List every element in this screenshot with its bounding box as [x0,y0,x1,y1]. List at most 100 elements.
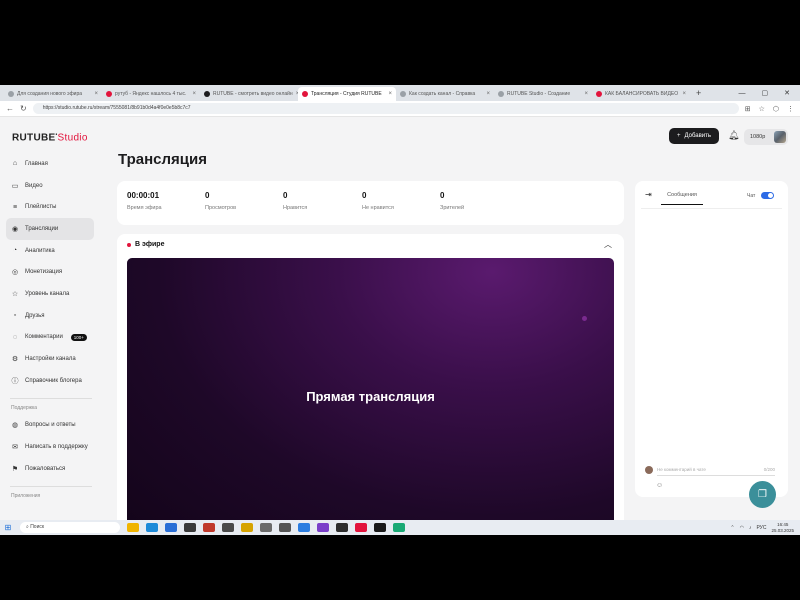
minimize-icon[interactable]: — [739,87,746,101]
question-icon: ◍ [11,422,19,430]
chat-toggle[interactable] [761,192,774,199]
close-tab-icon[interactable]: × [388,91,392,97]
sidebar-item[interactable]: ⚑ Пожаловаться [6,458,94,480]
browser-tab-title: Как создать канал - Справка [409,91,476,97]
browser-tab[interactable]: рутуб - Яндекс нашлось 4 тыс. × [102,87,200,101]
sidebar-item[interactable]: ✉ Написать в поддержку [6,436,94,458]
add-button[interactable]: + Добавить [669,128,719,144]
browser-tab[interactable]: Как создать канал - Справка × [396,87,494,101]
browser-tab[interactable]: Для создания нового эфира × [4,87,102,101]
reload-icon[interactable]: ↻ [20,104,27,113]
sidebar-section-apps: Приложения [11,492,41,499]
system-tray: ⌃ ◠ ♪ РУС 16:45 25.03.2025 [730,522,800,534]
taskbar-app-icon[interactable] [260,523,272,532]
browser-tab[interactable]: Трансляция - Студия RUTUBE × [298,87,396,101]
logo-text: RUTUBE [12,132,56,144]
taskbar-app-icon[interactable] [355,523,367,532]
maximize-icon[interactable]: ▢ [762,87,769,101]
sidebar-item[interactable]: ◉ Трансляции [6,218,94,240]
emoji-icon[interactable]: ☺ [656,482,663,489]
taskbar-app-icon[interactable] [393,523,405,532]
taskbar-app-icon[interactable] [184,523,196,532]
chat-char-counter: 0/200 [763,467,775,472]
sidebar-item[interactable]: ◎ Монетизация [6,261,94,283]
clock-date: 25.03.2025 [771,527,794,533]
taskbar-app-icon[interactable] [374,523,386,532]
comments-icon: ◌ [12,333,18,341]
favicon-icon [302,91,308,97]
sidebar-item[interactable]: ◌ Комментарии 100+ [6,327,94,349]
browser-tab-title: RUTUBE - смотреть видео онлайн [213,91,293,97]
sidebar-item[interactable]: ▫ Друзья [6,305,94,327]
sidebar-item[interactable]: ⓘ Справочник блогера [6,370,94,392]
rutube-studio-logo[interactable]: RUTUBE•Studio [12,132,88,143]
sidebar-section-support: Поддержка [11,404,38,411]
browser-tab-title: Для создания нового эфира [17,91,83,97]
close-tab-icon[interactable]: × [584,91,588,97]
sidebar-item[interactable]: ◔ Аналитика [6,240,94,262]
taskbar-app-icon[interactable] [165,523,177,532]
back-icon[interactable]: ← [6,104,14,113]
close-tab-icon[interactable]: × [486,91,490,97]
new-tab-button[interactable]: + [690,87,707,101]
taskbar-app-icon[interactable] [317,523,329,532]
live-status: В эфире [127,241,164,248]
language-indicator[interactable]: РУС [756,525,766,531]
taskbar-app-icon[interactable] [336,523,348,532]
browser-tab[interactable]: RUTUBE Studio - Создание × [494,87,592,101]
avatar [774,131,786,143]
close-icon[interactable]: ✕ [784,87,790,101]
taskbar-app-icon[interactable] [298,523,310,532]
support-chat-icon[interactable]: ❐ [749,481,776,508]
taskbar-search[interactable]: ⌕ Поиск [20,522,120,533]
chat-avatar [645,466,653,474]
volume-icon[interactable]: ♪ [749,525,752,531]
close-tab-icon[interactable]: × [192,91,196,97]
stat-item: 0 Не нравится [362,191,394,211]
url-field[interactable]: https://studio.rutube.ru/stream/7555081/… [32,103,739,114]
bookmark-icon[interactable]: ☆ [759,105,765,113]
taskbar-app-icon[interactable] [127,523,139,532]
chat-message-input[interactable]: Не комментарий в чате 0/200 [657,464,775,476]
video-preview[interactable]: Прямая трансляция [127,258,614,535]
menu-icon[interactable]: ⋮ [787,105,794,113]
account-menu[interactable]: 1080p [744,129,788,145]
notifications-bell-icon[interactable]: 🔔︎ [728,130,739,141]
sidebar-item[interactable]: ☆ Уровень канала [6,283,94,305]
sidebar-item[interactable]: ◍ Вопросы и ответы [6,415,94,437]
sidebar-item-label: Справочник блогера [25,377,82,384]
sidebar-item-label: Друзья [25,312,45,319]
tab-messages[interactable]: Сообщения [661,187,703,205]
sidebar-item[interactable]: ⌂ Главная [6,153,94,175]
chevron-up-icon[interactable]: ⌃ [730,525,734,531]
browser-tab[interactable]: RUTUBE - смотреть видео онлайн × [200,87,298,101]
sidebar-main-items: ⌂ Главная ▭ Видео ≡ Плейлисты ◉ Трансляции ◔ Анал… [6,153,94,392]
taskbar-app-icon[interactable] [241,523,253,532]
taskbar-app-icon[interactable] [146,523,158,532]
translate-icon[interactable]: ⊞ [745,105,751,113]
taskbar-app-icon[interactable] [203,523,215,532]
close-tab-icon[interactable]: × [94,91,98,97]
stat-label: Зрителей [440,205,465,211]
close-tab-icon[interactable]: × [682,91,686,97]
extensions-icon[interactable]: ⬡ [773,105,779,113]
stat-item: 0 Зрителей [440,191,464,211]
chat-input-placeholder: Не комментарий в чате [657,467,706,472]
clock[interactable]: 16:45 25.03.2025 [771,522,794,534]
collapse-chat-icon[interactable]: ⇥ [645,190,652,199]
chevron-up-icon[interactable]: ︿ [604,239,612,250]
taskbar-app-icon[interactable] [222,523,234,532]
taskbar-search-label: Поиск [30,524,45,530]
sidebar-item[interactable]: ▭ Видео [6,175,94,197]
taskbar-app-icon[interactable] [279,523,291,532]
windows-start-icon[interactable]: ⊞ [0,523,16,532]
wifi-icon[interactable]: ◠ [740,525,744,531]
stats-panel: 00:00:01 Время эфира 0 Просмотров 0 Нравится 0… [117,181,624,225]
comments-badge: 100+ [70,333,87,341]
sidebar-item[interactable]: ≡ Плейлисты [6,196,94,218]
sidebar-item[interactable]: ⚙ Настройки канала [6,348,94,370]
browser-tab[interactable]: КАК БАЛАНСИРОВАТЬ ВИДЕО × [592,87,690,101]
sidebar-item-label: Монетизация [25,269,63,276]
sidebar-support-items: ◍ Вопросы и ответы ✉ Написать в поддержку ⚑ П… [6,415,94,480]
chat-panel: ⇥ Сообщения Чат Не комментарий в чате 0/2… [635,181,788,497]
